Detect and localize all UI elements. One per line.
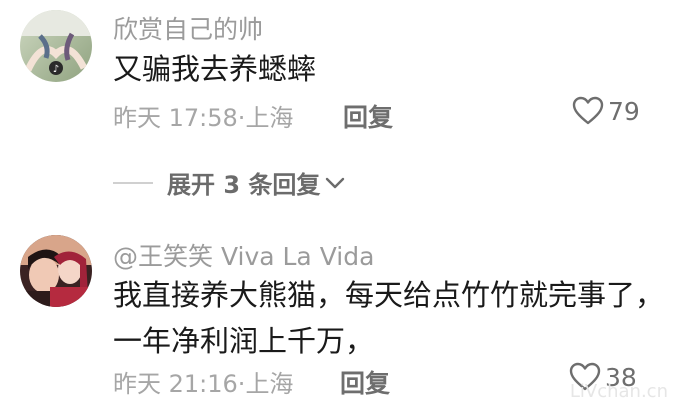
comment-username[interactable]: @王笑笑 Viva La Vida [113,237,374,273]
user-avatar[interactable]: ♪ [20,10,92,82]
watermark-text: LiVchan.cn [569,381,668,402]
comment-location: 上海 [245,104,294,132]
svg-text:♪: ♪ [53,64,59,75]
expand-replies-button[interactable]: 展开 3 条回复 [113,165,346,200]
heart-icon [572,96,604,125]
comment-date: 昨天 21:16 [113,370,238,398]
comment-text: 又骗我去养蟋蟀 [113,52,317,86]
comment-username[interactable]: 欣赏自己的帅 [113,10,263,46]
comment-item: ♪ 欣赏自己的帅 又骗我去养蟋蟀 昨天 17:58·上海 回复 79 [0,0,676,150]
reply-button[interactable]: 回复 [340,364,390,400]
comment-date: 昨天 17:58 [113,104,238,132]
like-count: 79 [608,96,640,126]
comment-location: 上海 [245,370,294,398]
comment-meta: 昨天 17:58·上海 [113,98,293,133]
comment-text-line-2: 一年净利润上千万， [113,324,375,358]
comment-meta: 昨天 21:16·上海 [113,364,293,399]
comment-text-line-1: 我直接养大熊猫，每天给点竹竹就完事了， [113,278,665,312]
divider-line [113,181,153,184]
chevron-down-icon [326,177,345,188]
selfie-avatar-icon [20,235,92,307]
like-button[interactable]: 79 [572,96,640,126]
tiktok-avatar-icon: ♪ [20,10,92,82]
expand-replies-label: 展开 3 条回复 [167,171,321,199]
user-avatar[interactable] [20,235,92,307]
reply-button[interactable]: 回复 [343,98,393,134]
